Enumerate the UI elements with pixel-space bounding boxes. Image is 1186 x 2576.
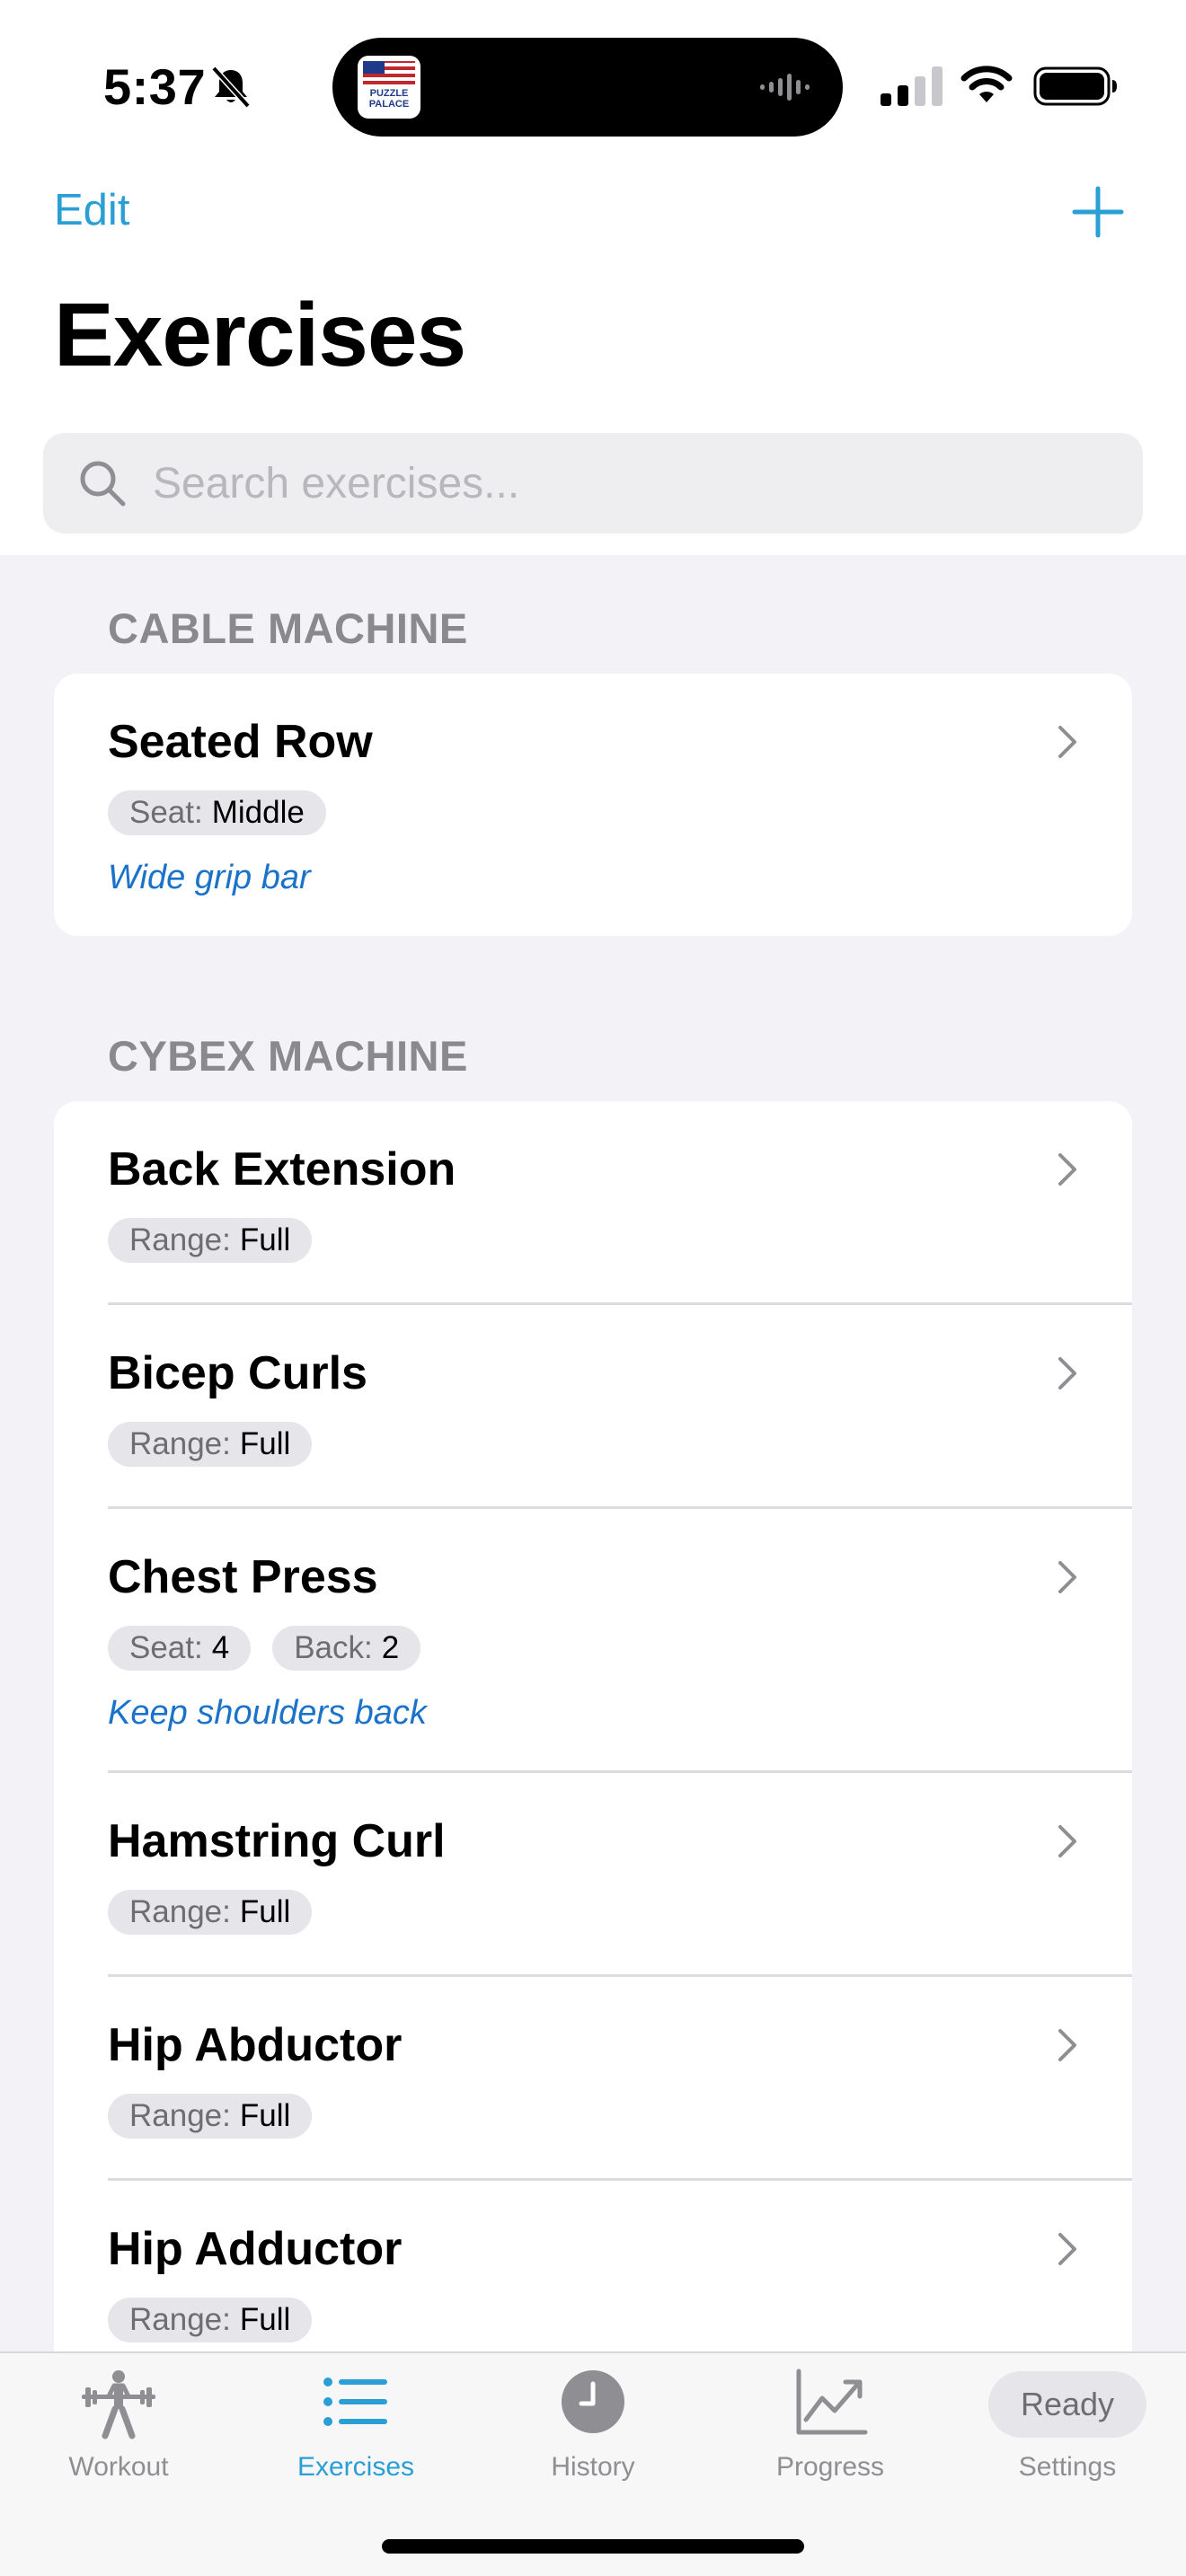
setting-chip: Range: Full (108, 1218, 313, 1263)
island-app-text: PUZZLE PALACE (368, 88, 410, 110)
tab-label: Workout (68, 2452, 169, 2482)
battery-icon (1033, 66, 1117, 106)
screen: 5:37 PUZZLE PALACE Edit Exercises Search… (0, 0, 1186, 2576)
exercise-settings: Range: Full (108, 2298, 313, 2342)
exercise-card-cable-machine: Seated Row Seat: Middle Wide grip bar (54, 674, 1132, 936)
exercise-name: Hip Adductor (108, 2223, 403, 2275)
weightlifter-icon (82, 2370, 155, 2439)
exercise-name: Bicep Curls (108, 1347, 367, 1399)
page-title: Exercises (54, 285, 466, 385)
exercise-row-hamstring-curl[interactable]: Hamstring Curl Range: Full (54, 1773, 1132, 1977)
setting-chip: Range: Full (108, 1422, 313, 1467)
dynamic-island: PUZZLE PALACE (332, 38, 843, 137)
clock-icon (562, 2370, 624, 2433)
puzzle-palace-app-icon[interactable]: PUZZLE PALACE (358, 56, 420, 119)
tab-workout[interactable]: Workout (0, 2353, 237, 2497)
exercise-row-chest-press[interactable]: Chest Press Seat: 4 Back: 2 Keep shoulders… (54, 1509, 1132, 1773)
exercise-row-bicep-curls[interactable]: Bicep Curls Range: Full (54, 1305, 1132, 1509)
chevron-right-icon (1058, 1825, 1076, 1857)
tab-progress[interactable]: Progress (712, 2353, 949, 2497)
search-icon (80, 461, 126, 507)
search-input[interactable] (153, 454, 1123, 512)
chevron-right-icon (1058, 2233, 1076, 2265)
setting-chip: Range: Full (108, 2094, 313, 2139)
exercise-row-hip-abductor[interactable]: Hip Abductor Range: Full (54, 1977, 1132, 2181)
chevron-right-icon (1058, 726, 1076, 758)
section-header-cable-machine: CABLE MACHINE (108, 604, 468, 652)
status-time: 5:37 (103, 58, 207, 115)
exercise-row-back-extension[interactable]: Back Extension Range: Full (54, 1101, 1132, 1305)
exercise-settings: Seat: 4 Back: 2 (108, 1626, 421, 1671)
list-icon (323, 2378, 387, 2426)
setting-chip: Range: Full (108, 1890, 313, 1935)
exercise-row-hip-adductor[interactable]: Hip Adductor Range: Full (54, 2181, 1132, 2377)
home-indicator[interactable] (382, 2539, 804, 2554)
setting-chip: Back: 2 (272, 1626, 421, 1671)
exercise-settings: Range: Full (108, 1218, 313, 1263)
flag-icon (363, 61, 415, 84)
exercise-note: Keep shoulders back (108, 1694, 427, 1732)
setting-chip: Seat: 4 (108, 1626, 252, 1671)
exercise-settings: Seat: Middle (108, 790, 326, 835)
tab-label: History (551, 2452, 635, 2482)
chevron-right-icon (1058, 1153, 1076, 1186)
edit-button[interactable]: Edit (54, 185, 129, 235)
tab-history[interactable]: History (474, 2353, 712, 2497)
chevron-right-icon (1058, 1561, 1076, 1593)
tab-settings[interactable]: Ready Settings (949, 2353, 1186, 2497)
tab-label: Settings (1018, 2452, 1117, 2482)
exercise-name: Back Extension (108, 1143, 456, 1195)
chevron-right-icon (1058, 1357, 1076, 1389)
exercise-name: Hamstring Curl (108, 1815, 446, 1867)
cellular-signal-icon (881, 66, 943, 106)
exercise-row-seated-row[interactable]: Seated Row Seat: Middle Wide grip bar (54, 674, 1132, 936)
bell-slash-icon (211, 66, 251, 109)
exercise-settings: Range: Full (108, 1422, 313, 1467)
section-header-cybex-machine: CYBEX MACHINE (108, 1032, 468, 1080)
chevron-right-icon (1058, 2029, 1076, 2061)
exercise-name: Chest Press (108, 1551, 378, 1603)
audio-waveform-icon (760, 74, 810, 101)
chart-icon (796, 2369, 868, 2435)
exercise-note: Wide grip bar (108, 859, 311, 896)
exercise-card-cybex-machine: Back Extension Range: Full Bicep Curls Ra… (54, 1101, 1132, 2377)
setting-chip: Seat: Middle (108, 790, 326, 835)
tab-label: Exercises (296, 2452, 415, 2482)
exercise-settings: Range: Full (108, 1890, 313, 1935)
exercise-name: Hip Abductor (108, 2019, 403, 2071)
setting-chip: Range: Full (108, 2298, 313, 2342)
tab-exercises[interactable]: Exercises (237, 2353, 474, 2497)
plus-icon[interactable] (1069, 183, 1127, 241)
wifi-icon (960, 66, 1013, 102)
search-bar[interactable] (43, 433, 1143, 534)
exercise-settings: Range: Full (108, 2094, 313, 2139)
tab-label: Progress (775, 2452, 885, 2482)
exercise-name: Seated Row (108, 716, 373, 768)
ready-badge: Ready (988, 2371, 1146, 2438)
